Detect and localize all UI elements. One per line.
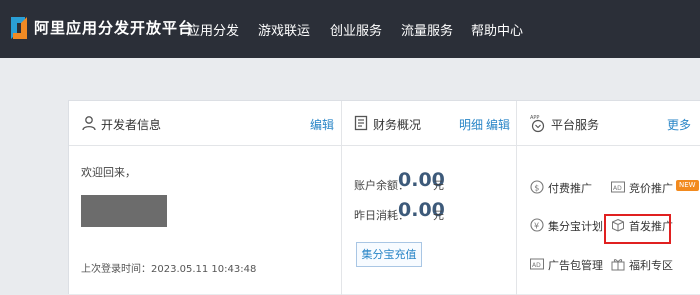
finance-header: 财务概况 明细 编辑 bbox=[342, 101, 516, 146]
nav-game-operation[interactable]: 游戏联运 bbox=[258, 20, 310, 39]
developer-info-title: 开发者信息 bbox=[101, 118, 162, 132]
highlight-box bbox=[604, 214, 671, 244]
developer-edit-link[interactable]: 编辑 bbox=[310, 116, 334, 133]
new-badge: NEW bbox=[676, 180, 699, 191]
service-label: 竞价推广 bbox=[629, 182, 673, 195]
document-icon bbox=[354, 115, 368, 131]
balance-unit: 元 bbox=[433, 179, 444, 192]
recharge-button[interactable]: 集分宝充值 bbox=[356, 242, 422, 267]
coin-icon: $ bbox=[530, 180, 544, 194]
svg-text:AD: AD bbox=[613, 185, 622, 192]
service-label: 福利专区 bbox=[629, 259, 673, 272]
top-navbar: 阿里应用分发开放平台 应用分发 游戏联运 创业服务 流量服务 帮助中心 bbox=[0, 0, 700, 58]
nav-startup-services[interactable]: 创业服务 bbox=[330, 20, 382, 39]
service-label: 付费推广 bbox=[548, 182, 592, 195]
ad-icon: AD bbox=[611, 181, 625, 193]
platform-services-card: APP 平台服务 更多 $ 付费推广 AD 竞价推广 NEW ¥ 集分宝计划 首… bbox=[517, 101, 700, 295]
gift-icon bbox=[611, 259, 625, 271]
services-header: APP 平台服务 更多 bbox=[517, 101, 700, 146]
svg-text:$: $ bbox=[534, 183, 539, 192]
nav-help-center[interactable]: 帮助中心 bbox=[471, 20, 523, 39]
service-label: 广告包管理 bbox=[548, 259, 603, 272]
nav-app-distribution[interactable]: 应用分发 bbox=[187, 20, 239, 39]
app-icon: APP bbox=[530, 115, 545, 133]
last-login-text: 上次登录时间：2023.05.11 10:43:48 bbox=[81, 264, 257, 275]
dashboard-panel: 开发者信息 编辑 欢迎回来， 上次登录时间：2023.05.11 10:43:4… bbox=[68, 100, 700, 295]
user-icon bbox=[82, 116, 96, 131]
logo-icon[interactable] bbox=[8, 13, 30, 43]
services-title: 平台服务 bbox=[551, 118, 600, 132]
finance-detail-link[interactable]: 明细 bbox=[459, 116, 483, 133]
redacted-username bbox=[81, 195, 167, 227]
developer-info-header: 开发者信息 编辑 bbox=[69, 101, 341, 146]
svg-text:AD: AD bbox=[532, 262, 541, 269]
yen-icon: ¥ bbox=[530, 218, 544, 232]
svg-text:¥: ¥ bbox=[534, 221, 539, 230]
service-label: 集分宝计划 bbox=[548, 220, 603, 233]
ad-package-icon: AD bbox=[530, 258, 544, 270]
services-more-link[interactable]: 更多 bbox=[667, 116, 691, 133]
welcome-text: 欢迎回来， bbox=[81, 166, 136, 179]
yesterday-cost-unit: 元 bbox=[433, 209, 444, 222]
finance-overview-card: 财务概况 明细 编辑 账户余额： 0.00 元 昨日消耗： 0.00 元 集分宝… bbox=[342, 101, 517, 295]
finance-edit-link[interactable]: 编辑 bbox=[486, 116, 510, 133]
nav-traffic-services[interactable]: 流量服务 bbox=[401, 20, 453, 39]
developer-info-card: 开发者信息 编辑 欢迎回来， 上次登录时间：2023.05.11 10:43:4… bbox=[69, 101, 342, 295]
finance-title: 财务概况 bbox=[373, 118, 422, 132]
brand-title[interactable]: 阿里应用分发开放平台 bbox=[34, 17, 194, 38]
